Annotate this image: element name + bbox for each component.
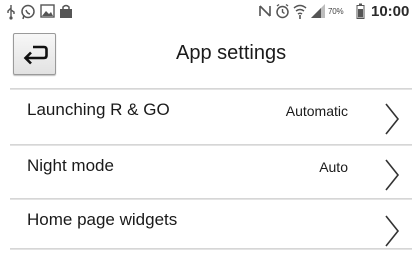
setting-label: Night mode — [27, 156, 114, 175]
divider — [10, 248, 412, 250]
wifi-icon — [293, 4, 307, 19]
app-header: App settings — [0, 26, 412, 88]
chevron-right-icon — [385, 103, 400, 135]
status-right-icons: 70% 10:00 — [258, 3, 410, 21]
setting-row-night-mode[interactable]: Night mode Auto — [0, 146, 412, 200]
setting-row-home-widgets[interactable]: Home page widgets — [0, 200, 412, 254]
image-icon — [40, 4, 55, 18]
nfc-icon — [259, 5, 271, 17]
setting-label: Launching R & GO — [27, 100, 170, 119]
battery-icon — [356, 3, 365, 19]
back-button[interactable] — [13, 33, 56, 75]
setting-value: Auto — [319, 159, 348, 175]
setting-row-launching[interactable]: Launching R & GO Automatic — [0, 90, 412, 144]
page-title: App settings — [176, 42, 287, 64]
signal-icon — [311, 4, 325, 18]
status-bar: 70% 10:00 — [0, 0, 412, 24]
usb-icon — [7, 5, 15, 20]
whatsapp-icon — [21, 4, 35, 20]
alarm-icon — [276, 3, 289, 19]
status-time: 10:00 — [371, 3, 410, 20]
battery-percent: 70% — [328, 7, 344, 16]
back-arrow-icon — [23, 45, 48, 65]
setting-value: Automatic — [285, 103, 348, 119]
chevron-right-icon — [385, 159, 400, 191]
shopping-bag-icon — [60, 4, 72, 18]
chevron-right-icon — [385, 215, 400, 247]
setting-label: Home page widgets — [27, 210, 178, 229]
